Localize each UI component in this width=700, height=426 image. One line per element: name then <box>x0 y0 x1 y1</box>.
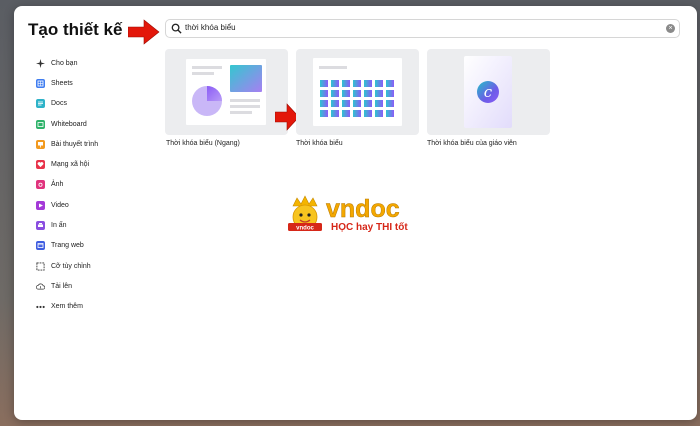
more-icon <box>36 302 45 311</box>
sidebar-item-website[interactable]: Trang web <box>36 236 146 256</box>
clear-search-icon[interactable]: × <box>666 24 675 33</box>
result-label-teacher[interactable]: Thời khóa biểu của giáo viên <box>427 140 517 147</box>
sidebar-item-more[interactable]: Xem thêm <box>36 297 146 317</box>
sidebar-item-label: Ảnh <box>51 181 64 189</box>
sidebar-item-label: Tải lên <box>51 282 73 290</box>
sidebar-item-label: Trang web <box>51 242 84 250</box>
sidebar-item-social[interactable]: Mạng xã hội <box>36 154 146 174</box>
sidebar-item-label: Docs <box>51 100 67 108</box>
search-icon <box>171 23 182 34</box>
upload-icon <box>36 282 45 291</box>
docs-icon <box>36 99 45 109</box>
sidebar-item-label: Bài thuyết trình <box>51 140 99 148</box>
sidebar-item-label: Cho bạn <box>51 59 78 67</box>
category-sidebar: Cho bạn Sheets Docs Whiteboard Bài thuyế… <box>36 53 146 317</box>
watermark-badge: vndoc <box>296 226 314 232</box>
sidebar-item-label: Cỡ tùy chỉnh <box>51 262 91 270</box>
teacher-timetable-thumbnail: c <box>464 56 512 128</box>
result-card-timetable[interactable] <box>296 49 419 135</box>
result-label-timetable[interactable]: Thời khóa biểu <box>296 140 343 147</box>
sparkle-icon <box>36 58 45 68</box>
sidebar-item-custom-size[interactable]: Cỡ tùy chỉnh <box>36 256 146 276</box>
web-icon <box>36 241 45 251</box>
watermark-brand: vndoc <box>326 195 400 223</box>
dialog-title: Tạo thiết kế <box>28 20 123 39</box>
sidebar-item-photo[interactable]: Ảnh <box>36 175 146 195</box>
presentation-icon <box>36 139 45 149</box>
sidebar-item-video[interactable]: Video <box>36 195 146 215</box>
vndoc-watermark-logo: vndoc vndoc HỌC hay THI tốt <box>288 195 408 233</box>
result-card-teacher-timetable[interactable]: c <box>427 49 550 135</box>
result-card-landscape-timetable[interactable] <box>165 49 288 135</box>
sidebar-item-label: Sheets <box>51 79 73 87</box>
sidebar-item-cho-ban[interactable]: Cho bạn <box>36 53 146 73</box>
sidebar-item-sheets[interactable]: Sheets <box>36 73 146 93</box>
sidebar-item-label: Video <box>51 201 69 209</box>
result-label-landscape[interactable]: Thời khóa biểu (Ngang) <box>166 140 240 147</box>
heart-icon <box>36 160 45 170</box>
custom-size-icon <box>36 262 45 271</box>
sheets-icon <box>36 78 45 88</box>
sidebar-item-whiteboard[interactable]: Whiteboard <box>36 114 146 134</box>
search-bar[interactable]: thời khóa biểu × <box>165 19 680 38</box>
svg-text:c: c <box>484 83 493 101</box>
video-icon <box>36 200 45 210</box>
print-icon <box>36 221 45 231</box>
sidebar-item-label: Mạng xã hội <box>51 161 90 169</box>
sidebar-item-label: In ấn <box>51 222 67 230</box>
sidebar-item-docs[interactable]: Docs <box>36 94 146 114</box>
search-input[interactable]: thời khóa biểu <box>185 23 236 32</box>
sidebar-item-label: Xem thêm <box>51 303 83 311</box>
timetable-thumbnail <box>313 58 402 126</box>
annotation-arrow-search <box>128 19 160 45</box>
whiteboard-icon <box>36 119 45 129</box>
photo-icon <box>36 180 45 190</box>
landscape-timetable-thumbnail <box>186 59 266 125</box>
sidebar-item-upload[interactable]: Tải lên <box>36 276 146 296</box>
sidebar-item-label: Whiteboard <box>51 120 87 128</box>
watermark-tagline: HỌC hay THI tốt <box>331 221 408 233</box>
sidebar-item-presentation[interactable]: Bài thuyết trình <box>36 134 146 154</box>
sidebar-item-print[interactable]: In ấn <box>36 215 146 235</box>
